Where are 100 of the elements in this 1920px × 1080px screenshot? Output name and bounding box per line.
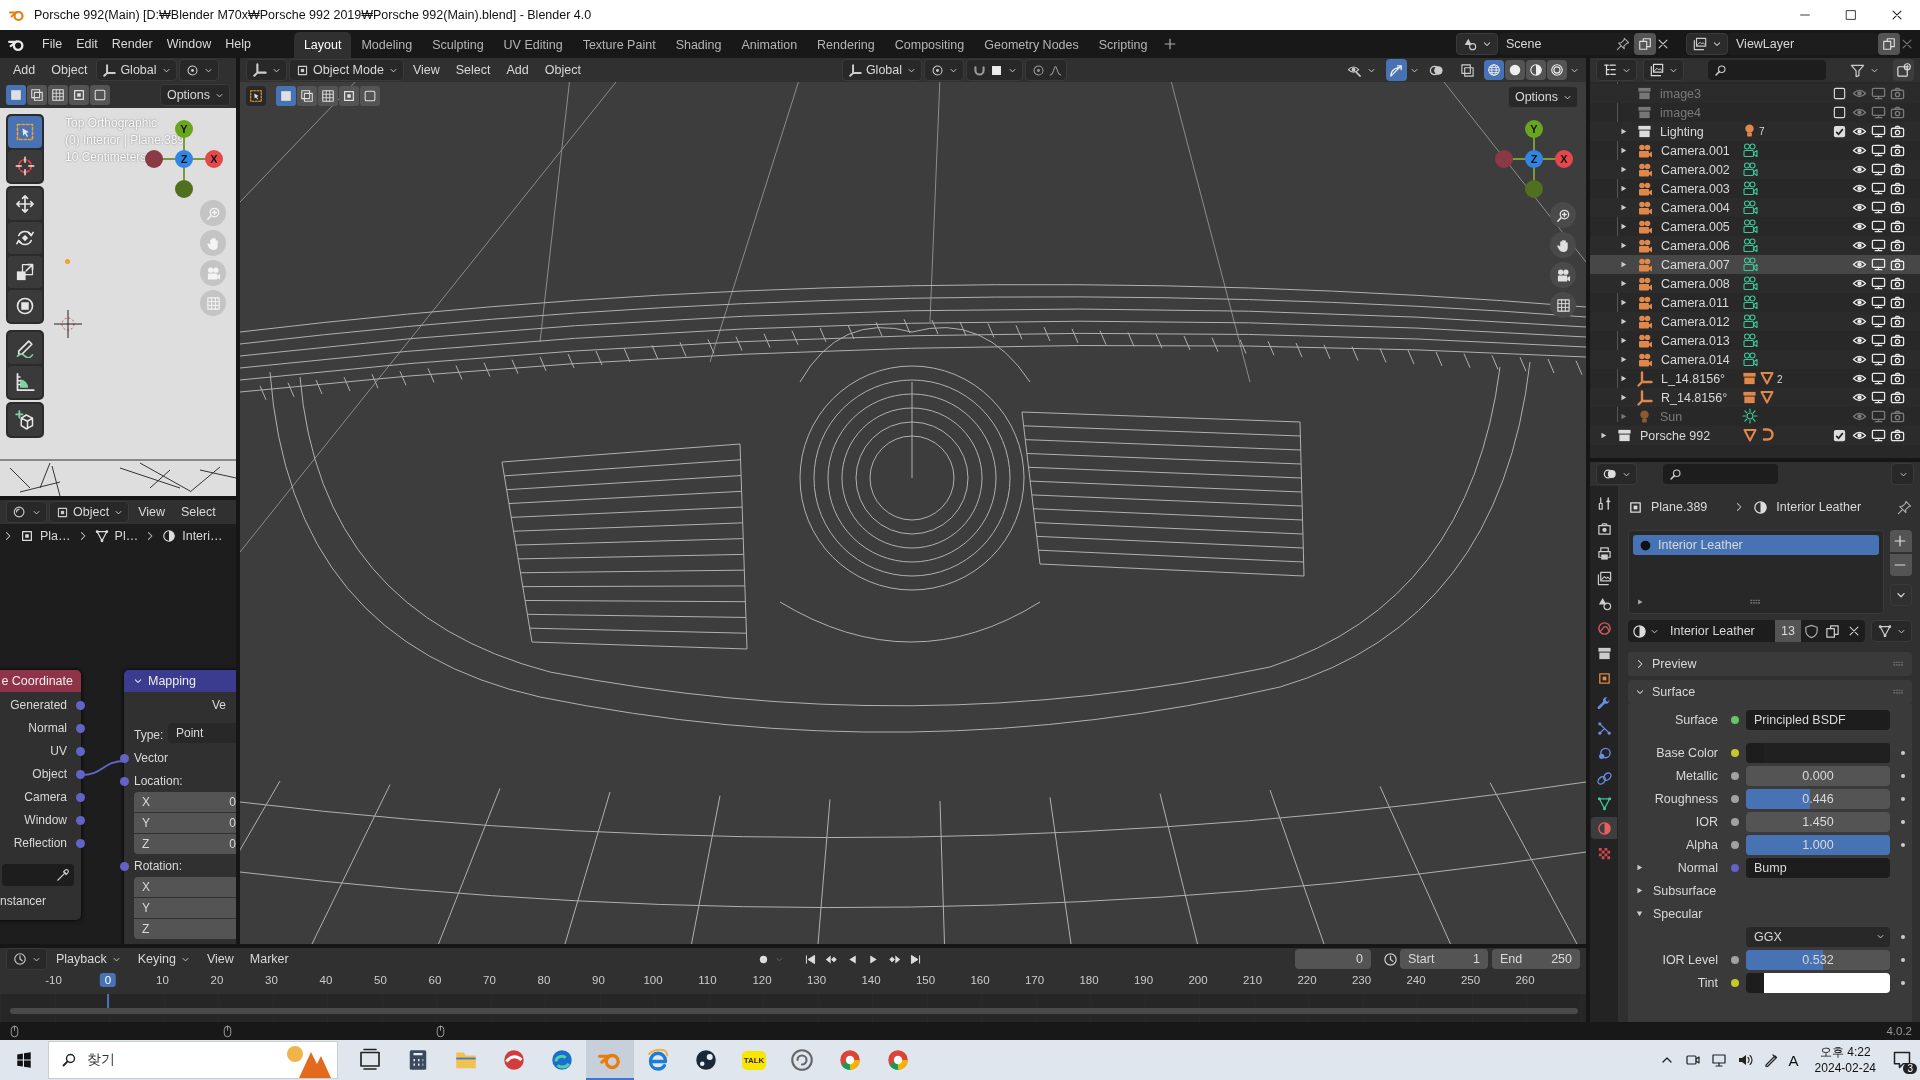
type-dropdown[interactable]: Point <box>168 723 236 743</box>
outliner-label: Porsche 992 <box>1640 428 1711 443</box>
outliner-row[interactable]: Camera.001 <box>1590 141 1920 160</box>
frame-number: 110 <box>697 973 718 987</box>
menu-item[interactable]: View <box>199 948 241 970</box>
workspace-tab[interactable]: Compositing <box>884 32 975 58</box>
menu-item[interactable]: Select <box>174 501 223 523</box>
link-field[interactable]: Bump <box>1746 857 1890 878</box>
workspace-tab[interactable]: Layout <box>293 32 352 58</box>
menu-item[interactable]: Help <box>218 33 258 55</box>
search-field[interactable]: 찾기 <box>48 1041 338 1079</box>
node-title: Mapping <box>148 674 196 688</box>
current-frame-field[interactable]: 0 <box>1295 949 1371 969</box>
orientation-dropdown[interactable]: Global <box>841 59 923 81</box>
menu-item[interactable]: Object <box>44 59 95 81</box>
menu-item[interactable]: Object <box>537 59 588 81</box>
axis-handle[interactable]: Y <box>1525 120 1543 138</box>
workspace-tab[interactable]: Scripting <box>1088 32 1158 58</box>
number-field[interactable]: Z 0 <box>134 834 236 854</box>
socket-label: UV <box>50 744 67 758</box>
menu-item[interactable]: View <box>405 59 447 81</box>
menu-item[interactable]: View <box>131 501 172 523</box>
number-field[interactable]: Y <box>134 898 236 918</box>
frame-number: 90 <box>591 973 606 987</box>
number-field[interactable]: X 0 <box>134 792 236 812</box>
link-field[interactable]: Principled BSDF <box>1746 709 1890 730</box>
axis-label: X <box>142 880 150 894</box>
frame-number: 60 <box>427 973 443 987</box>
menu-item[interactable]: Select <box>448 59 498 81</box>
axis-handle[interactable]: X <box>205 150 223 168</box>
shader-type-dropdown[interactable]: Object <box>49 501 130 523</box>
outliner-label: Camera.011 <box>1661 295 1729 310</box>
outliner-row[interactable]: Camera.013 <box>1590 331 1920 350</box>
frame-number: 180 <box>1078 973 1100 987</box>
menu-item[interactable]: Edit <box>69 33 105 55</box>
axis-handle[interactable]: X <box>1555 150 1573 168</box>
scene-field[interactable]: Scene <box>1498 33 1634 55</box>
mode-dropdown[interactable]: Object Mode <box>289 59 404 81</box>
outliner-label: Sun <box>1660 409 1683 424</box>
input-method-indicator[interactable]: A <box>1788 1051 1799 1069</box>
value-slider[interactable]: 0.000 <box>1746 765 1890 786</box>
version-label: 4.0.2 <box>1886 1025 1912 1037</box>
menu-item[interactable]: Add <box>499 59 536 81</box>
workspace-tab[interactable]: Geometry Nodes <box>974 32 1089 58</box>
axis-handle[interactable]: Y <box>175 120 193 138</box>
axis-handle[interactable]: Z <box>1525 150 1543 168</box>
field-label: IOR <box>1694 814 1719 829</box>
start-frame-field[interactable]: Start 1 <box>1400 949 1488 969</box>
number-field[interactable]: 1.450 <box>1746 811 1890 832</box>
clock[interactable]: 오후 4:22 2024-02-24 <box>1808 1044 1882 1076</box>
socket-label: Location: <box>134 774 183 788</box>
menu-item[interactable]: Playback <box>49 948 129 970</box>
frame-number: 20 <box>209 973 225 987</box>
menu-item[interactable]: File <box>35 33 70 55</box>
workspace-tab[interactable]: UV Editing <box>493 32 573 58</box>
orientation-dropdown[interactable]: Global <box>96 59 177 81</box>
material-slot[interactable]: Interior Leather <box>1633 535 1879 555</box>
menu-item[interactable]: Render <box>104 33 160 55</box>
frame-number: 0 <box>99 973 117 987</box>
workspace-tab[interactable]: Modeling <box>351 32 423 58</box>
field-value: 0 <box>229 837 236 851</box>
axis-label: Y <box>142 816 150 830</box>
material-selector[interactable]: Interior Leather 13 <box>1628 620 1865 642</box>
node-label: nstancer <box>0 894 47 908</box>
outliner-row[interactable]: Camera.007 <box>1590 255 1920 274</box>
workspace-tab[interactable]: Shading <box>665 32 732 58</box>
number-field[interactable]: Z <box>134 919 236 939</box>
field-label: IOR Level <box>1661 952 1719 967</box>
axis-handle[interactable]: Z <box>175 150 193 168</box>
outliner-row[interactable]: Camera.011 <box>1590 293 1920 312</box>
number-field[interactable]: Y 0 <box>134 813 236 833</box>
value-slider[interactable]: 1.000 <box>1746 834 1890 855</box>
end-frame-field[interactable]: End 250 <box>1492 949 1580 969</box>
menu-item[interactable]: Add <box>6 59 43 81</box>
axis-label: X <box>142 795 150 809</box>
breadcrumb: Pl… <box>114 529 139 543</box>
panel-header[interactable]: Preview <box>1628 652 1912 676</box>
menu-item[interactable]: Keying <box>130 948 198 970</box>
outliner-row[interactable]: Camera.005 <box>1590 217 1920 236</box>
panel-header[interactable]: Surface <box>1628 680 1912 704</box>
outliner-label: Camera.006 <box>1661 238 1730 253</box>
number-field[interactable]: X <box>134 877 236 897</box>
workspace-tab[interactable]: Rendering <box>807 32 885 58</box>
view-layer-field[interactable]: ViewLayer <box>1728 33 1878 55</box>
menu-item[interactable]: Marker <box>242 948 296 970</box>
frame-number: 210 <box>1241 973 1264 987</box>
workspace-tab[interactable]: Animation <box>731 32 808 58</box>
outliner-row[interactable]: Camera.003 <box>1590 179 1920 198</box>
breadcrumb: Interior Leather <box>1776 500 1862 514</box>
taskbar-app[interactable]: TALK <box>730 1040 778 1080</box>
workspace-tab[interactable]: Sculpting <box>422 32 494 58</box>
frame-number: 240 <box>1405 973 1427 987</box>
options-dropdown[interactable]: Options <box>1507 86 1578 108</box>
options-dropdown[interactable]: Options <box>159 84 230 106</box>
menu-item[interactable]: Window <box>159 33 219 55</box>
distribution-dropdown[interactable]: GGX <box>1746 926 1890 947</box>
outliner-row[interactable]: L_14.8156° 2 <box>1590 369 1920 388</box>
workspace-tab[interactable]: Texture Paint <box>572 32 666 58</box>
user-count[interactable]: 13 <box>1775 620 1801 642</box>
socket-label: Camera <box>24 790 67 804</box>
